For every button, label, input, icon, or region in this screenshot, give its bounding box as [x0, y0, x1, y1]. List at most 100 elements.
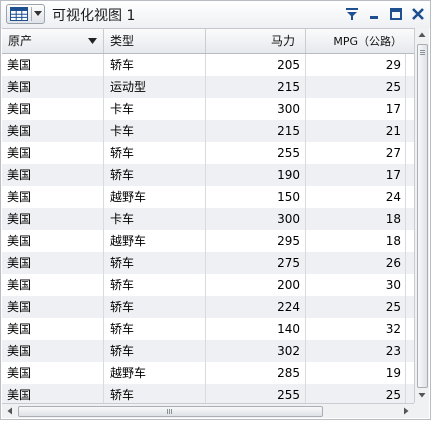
scroll-right-icon[interactable]: [399, 404, 413, 418]
scroll-up-icon[interactable]: [415, 28, 429, 42]
cell-horsepower: 190: [206, 164, 306, 186]
cell-mpg-highway: 32: [306, 318, 406, 340]
table-row[interactable]: 美国 轿车 200 30: [2, 274, 414, 296]
cell-origin: 美国: [2, 274, 104, 296]
table-row[interactable]: 美国 轿车 275 26: [2, 252, 414, 274]
data-table: 原产 类型 马力 MPG（公路） 美国 轿车 205 29 美国 运动型 215 25 美国 卡车…: [2, 28, 414, 403]
column-header-type[interactable]: 类型: [104, 29, 206, 53]
cell-mpg-highway: 17: [306, 164, 406, 186]
table-row[interactable]: 美国 轿车 190 17: [2, 164, 414, 186]
cell-mpg-highway: 26: [306, 252, 406, 274]
table-row[interactable]: 美国 卡车 215 21: [2, 120, 414, 142]
table-row[interactable]: 美国 轿车 140 32: [2, 318, 414, 340]
cell-horsepower: 140: [206, 318, 306, 340]
cell-type: 轿车: [104, 164, 206, 186]
cell-mpg-highway: 27: [306, 142, 406, 164]
window-title: 可视化视图 1: [52, 8, 136, 24]
horizontal-scrollbar[interactable]: [2, 403, 414, 418]
cell-type: 轿车: [104, 296, 206, 318]
cell-horsepower: 200: [206, 274, 306, 296]
cell-mpg-highway: 19: [306, 362, 406, 384]
cell-mpg-highway: 23: [306, 340, 406, 362]
cell-horsepower: 285: [206, 362, 306, 384]
cell-mpg-highway: 24: [306, 186, 406, 208]
cell-mpg-highway: 17: [306, 98, 406, 120]
cell-type: 越野车: [104, 186, 206, 208]
cell-type: 轿车: [104, 340, 206, 362]
column-header-label: MPG（公路）: [333, 35, 402, 48]
table-row[interactable]: 美国 卡车 300 18: [2, 208, 414, 230]
scroll-corner: [414, 403, 429, 418]
table-row[interactable]: 美国 越野车 150 24: [2, 186, 414, 208]
scroll-down-icon[interactable]: [415, 388, 429, 402]
table-icon: [10, 7, 28, 21]
vertical-scroll-thumb[interactable]: [417, 44, 428, 388]
cell-origin: 美国: [2, 318, 104, 340]
cell-origin: 美国: [2, 186, 104, 208]
table-row[interactable]: 美国 越野车 295 18: [2, 230, 414, 252]
column-header-label: 马力: [270, 34, 295, 48]
table-row[interactable]: 美国 轿车 255 27: [2, 142, 414, 164]
cell-type: 越野车: [104, 362, 206, 384]
table-row[interactable]: 美国 轿车 205 29: [2, 54, 414, 76]
cell-origin: 美国: [2, 296, 104, 318]
cell-origin: 美国: [2, 384, 104, 403]
cell-type: 越野车: [104, 230, 206, 252]
column-header-label: 原产: [8, 34, 33, 48]
cell-type: 卡车: [104, 208, 206, 230]
title-bar: 可视化视图 1: [1, 1, 430, 28]
cell-mpg-highway: 25: [306, 76, 406, 98]
vertical-scrollbar[interactable]: [414, 28, 429, 403]
table-row[interactable]: 美国 运动型 215 25: [2, 76, 414, 98]
cell-horsepower: 215: [206, 120, 306, 142]
close-icon[interactable]: [410, 6, 426, 22]
cell-horsepower: 300: [206, 208, 306, 230]
table-header: 原产 类型 马力 MPG（公路）: [2, 28, 414, 54]
cell-horsepower: 275: [206, 252, 306, 274]
cell-type: 轿车: [104, 384, 206, 403]
cell-horsepower: 224: [206, 296, 306, 318]
horizontal-scroll-thumb[interactable]: [18, 406, 323, 417]
cell-mpg-highway: 18: [306, 230, 406, 252]
table-row[interactable]: 美国 卡车 300 17: [2, 98, 414, 120]
chevron-down-icon: [34, 11, 42, 16]
cell-type: 轿车: [104, 54, 206, 76]
cell-type: 轿车: [104, 274, 206, 296]
cell-origin: 美国: [2, 54, 104, 76]
column-header-origin[interactable]: 原产: [2, 29, 104, 53]
cell-horsepower: 300: [206, 98, 306, 120]
cell-mpg-highway: 29: [306, 54, 406, 76]
cell-mpg-highway: 25: [306, 384, 406, 403]
table-row[interactable]: 美国 轿车 224 25: [2, 296, 414, 318]
cell-origin: 美国: [2, 362, 104, 384]
cell-origin: 美国: [2, 230, 104, 252]
table-row[interactable]: 美国 轿车 302 23: [2, 340, 414, 362]
scroll-left-icon[interactable]: [3, 404, 17, 418]
cell-origin: 美国: [2, 142, 104, 164]
cell-origin: 美国: [2, 76, 104, 98]
cell-type: 轿车: [104, 142, 206, 164]
cell-type: 轿车: [104, 252, 206, 274]
visualization-type-button[interactable]: [6, 4, 45, 24]
column-header-horsepower[interactable]: 马力: [206, 29, 306, 53]
cell-origin: 美国: [2, 340, 104, 362]
visualization-window: 可视化视图 1 原产 类型 马力 MPG（公路） 美国 轿车 205 29 美国…: [0, 0, 431, 420]
minimize-icon[interactable]: [366, 6, 382, 22]
cell-origin: 美国: [2, 252, 104, 274]
cell-horsepower: 205: [206, 54, 306, 76]
cell-horsepower: 150: [206, 186, 306, 208]
column-header-mpg-highway[interactable]: MPG（公路）: [306, 29, 414, 53]
cell-origin: 美国: [2, 98, 104, 120]
cell-horsepower: 302: [206, 340, 306, 362]
column-header-label: 类型: [110, 34, 135, 48]
maximize-icon[interactable]: [388, 6, 404, 22]
cell-mpg-highway: 30: [306, 274, 406, 296]
table-row[interactable]: 美国 越野车 285 19: [2, 362, 414, 384]
cell-type: 卡车: [104, 98, 206, 120]
sort-descending-icon: [88, 38, 97, 44]
cell-horsepower: 295: [206, 230, 306, 252]
filter-icon[interactable]: [344, 6, 360, 22]
cell-type: 运动型: [104, 76, 206, 98]
cell-origin: 美国: [2, 208, 104, 230]
table-row[interactable]: 美国 轿车 255 25: [2, 384, 414, 403]
